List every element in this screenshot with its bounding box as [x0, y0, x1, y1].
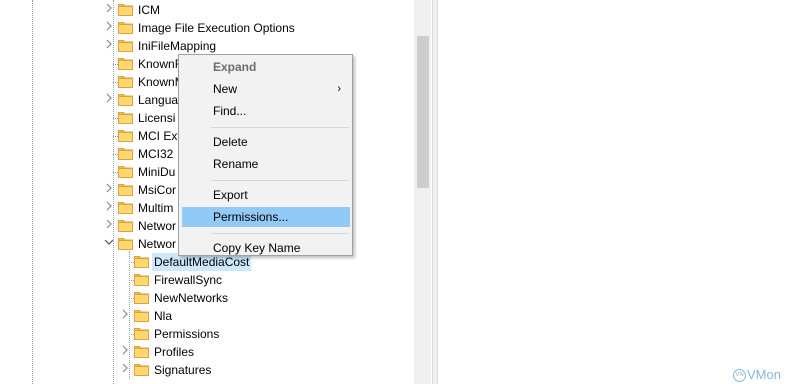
- menu-item-label: Export: [213, 188, 248, 202]
- watermark-badge: VN: [733, 369, 746, 383]
- tree-item-label: Signatures: [154, 363, 212, 377]
- tree-item[interactable]: NewNetworks: [0, 289, 432, 307]
- tree-item-label: NewNetworks: [154, 291, 229, 305]
- folder-icon: [134, 291, 149, 304]
- tree-item-label: MCI Ext: [138, 129, 181, 143]
- tree-item-label: FirewallSync: [154, 273, 223, 287]
- folder-icon: [118, 21, 133, 34]
- chevron-right-icon[interactable]: [118, 308, 132, 324]
- chevron-right-icon[interactable]: [118, 362, 132, 378]
- tree-item-label: ICM: [138, 3, 160, 17]
- tree-item-label: Multim: [138, 201, 174, 215]
- folder-icon: [134, 273, 149, 286]
- tree-item[interactable]: FirewallSync: [0, 271, 432, 289]
- folder-icon: [118, 39, 133, 52]
- tree-item-label: Permissions: [154, 327, 220, 341]
- menu-item-expand[interactable]: Expand: [182, 57, 350, 77]
- tree-item-label: Networ: [138, 219, 177, 233]
- tree-item[interactable]: Profiles: [0, 343, 432, 361]
- chevron-right-icon[interactable]: [102, 38, 116, 54]
- folder-icon: [118, 93, 133, 106]
- tree-item-label: Networ: [138, 237, 177, 251]
- menu-item-find[interactable]: Find...: [182, 101, 350, 121]
- folder-icon: [118, 75, 133, 88]
- menu-separator: [211, 233, 349, 234]
- menu-separator: [211, 180, 349, 181]
- menu-item-new[interactable]: New ›: [182, 79, 350, 99]
- submenu-arrow-icon: ›: [337, 83, 341, 95]
- tree-item[interactable]: Permissions: [0, 325, 432, 343]
- chevron-right-icon[interactable]: [118, 344, 132, 360]
- menu-separator: [211, 127, 349, 128]
- folder-icon: [118, 201, 133, 214]
- tree-item-label: Profiles: [154, 345, 195, 359]
- chevron-down-icon[interactable]: [102, 236, 116, 252]
- menu-item-permissions[interactable]: Permissions...: [182, 207, 350, 227]
- chevron-right-icon[interactable]: [102, 2, 116, 18]
- tree-item-label: MsiCor: [138, 183, 176, 197]
- registry-values-pane[interactable]: [438, 0, 788, 384]
- chevron-right-icon[interactable]: [102, 182, 116, 198]
- tree-item-label: Langua: [138, 93, 179, 107]
- tree-item-label: IniFileMapping: [138, 39, 217, 53]
- tree-item-label: Image File Execution Options: [138, 21, 295, 35]
- tree-item-label: KnownF: [138, 57, 183, 71]
- folder-icon: [134, 255, 149, 268]
- chevron-right-icon[interactable]: [102, 200, 116, 216]
- folder-icon: [134, 345, 149, 358]
- tree-scrollbar-thumb[interactable]: [417, 36, 429, 188]
- folder-icon: [118, 165, 133, 178]
- folder-icon: [134, 327, 149, 340]
- menu-item-export[interactable]: Export: [182, 185, 350, 205]
- folder-icon: [118, 3, 133, 16]
- menu-item-copy-key-name[interactable]: Copy Key Name: [182, 238, 350, 258]
- menu-item-label: New: [213, 82, 238, 96]
- folder-icon: [118, 219, 133, 232]
- menu-item-label: Permissions...: [213, 210, 289, 224]
- folder-icon: [118, 237, 133, 250]
- watermark: VN VMon: [733, 366, 788, 384]
- watermark-text: VMon: [747, 367, 781, 382]
- folder-icon: [118, 57, 133, 70]
- context-menu: Expand New › Find... Delete Rename Export Permi…: [178, 54, 353, 256]
- chevron-right-icon[interactable]: [102, 92, 116, 108]
- tree-item-label: Nla: [154, 309, 173, 323]
- tree-item-label: MiniDu: [138, 165, 176, 179]
- menu-item-label: Expand: [213, 60, 257, 74]
- menu-item-label: Delete: [213, 135, 248, 149]
- tree-item[interactable]: Nla: [0, 307, 432, 325]
- menu-item-delete[interactable]: Delete: [182, 132, 350, 152]
- menu-item-label: Copy Key Name: [213, 241, 301, 255]
- tree-item[interactable]: IniFileMapping: [0, 37, 432, 55]
- tree-item[interactable]: ICM: [0, 1, 432, 19]
- tree-item[interactable]: Signatures: [0, 361, 432, 379]
- chevron-right-icon[interactable]: [102, 20, 116, 36]
- menu-item-label: Rename: [213, 157, 259, 171]
- menu-item-rename[interactable]: Rename: [182, 154, 350, 174]
- folder-icon: [134, 309, 149, 322]
- folder-icon: [118, 129, 133, 142]
- chevron-right-icon[interactable]: [102, 218, 116, 234]
- folder-icon: [118, 111, 133, 124]
- tree-item-label: Licensi: [138, 111, 176, 125]
- folder-icon: [134, 363, 149, 376]
- tree-item-label: MCI32: [138, 147, 174, 161]
- menu-item-label: Find...: [213, 104, 247, 118]
- folder-icon: [118, 183, 133, 196]
- tree-item[interactable]: Image File Execution Options: [0, 19, 432, 37]
- folder-icon: [118, 147, 133, 160]
